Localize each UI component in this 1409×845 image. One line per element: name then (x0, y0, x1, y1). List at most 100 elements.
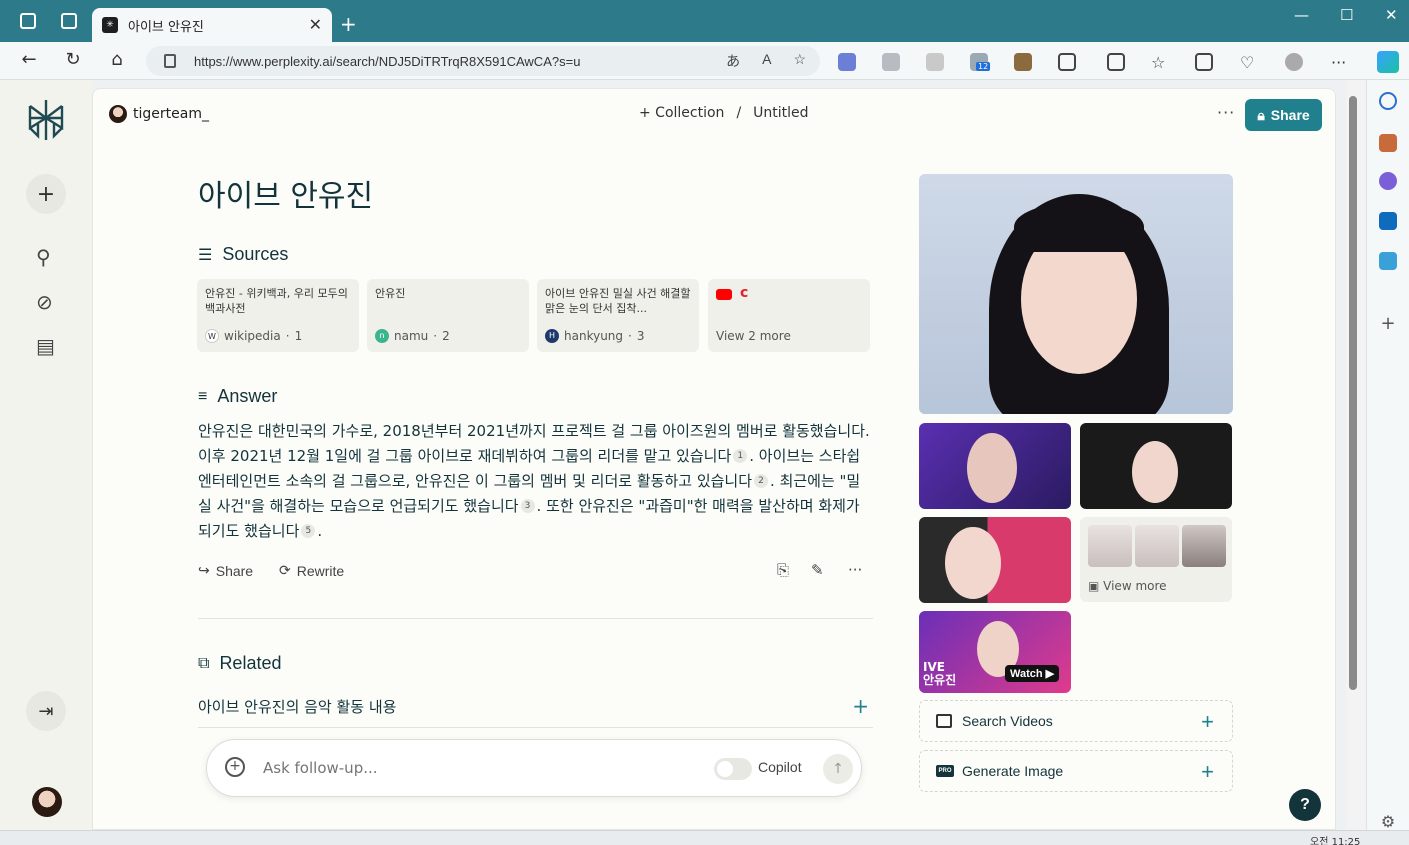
generate-image-button[interactable]: PRO Generate Image + (919, 750, 1233, 792)
view-more-sources[interactable]: c View 2 more (708, 279, 870, 352)
extension-icon-4[interactable]: 12 (970, 53, 991, 71)
source-title: 아이브 안유진 밀실 사건 해결할 맑은 눈의 단서 집착... (545, 287, 691, 315)
image-thumb-3[interactable] (919, 517, 1071, 603)
split-screen-icon[interactable] (1107, 53, 1125, 71)
refresh-button[interactable]: ↻ (61, 49, 85, 70)
extension-icon-2[interactable] (882, 53, 900, 71)
lock-icon: 🔒︎ (1257, 106, 1265, 123)
video-thumb[interactable]: IVE 안유진 Watch ▶ (919, 611, 1071, 693)
citation-badge[interactable]: 3 (520, 499, 535, 513)
edge-sidebar: + ⚙ (1366, 80, 1409, 845)
answer-heading: ≡ Answer (198, 386, 277, 407)
minimize-button[interactable]: — (1294, 6, 1309, 24)
sources-title: Sources (222, 244, 289, 264)
attach-plus-icon[interactable]: + (225, 757, 245, 777)
back-button[interactable]: ← (17, 49, 41, 70)
view-more-images[interactable]: ▣ View more (1080, 517, 1232, 602)
source-card-2[interactable]: 안유진 n namu · 2 (367, 279, 529, 352)
share-answer-label: Share (215, 562, 254, 579)
extension-icon-1[interactable] (838, 53, 856, 71)
new-thread-button[interactable]: + (26, 174, 66, 214)
more-options-button[interactable]: ··· (1217, 103, 1235, 122)
translate-icon[interactable]: あ (726, 51, 740, 71)
profile-avatar[interactable] (1285, 53, 1303, 71)
answer-more-icon[interactable]: ··· (848, 561, 862, 579)
help-button[interactable]: ? (1289, 789, 1321, 821)
perplexity-logo-icon[interactable] (26, 98, 66, 142)
close-tab-icon[interactable]: ✕ (309, 15, 322, 34)
home-button[interactable]: ⌂ (105, 49, 129, 70)
image-thumb-1[interactable] (919, 423, 1071, 509)
browser-tab-active[interactable]: ✳ 아이브 안유진 ✕ (92, 8, 332, 42)
sidebar-settings-icon[interactable]: ⚙ (1379, 812, 1397, 831)
thread-title[interactable]: Untitled (753, 105, 808, 121)
settings-more-icon[interactable]: ··· (1331, 53, 1349, 72)
image-thumb-2[interactable] (1080, 423, 1232, 509)
m365-icon[interactable] (1379, 172, 1397, 190)
performance-heart-icon[interactable]: ♡ (1240, 53, 1258, 72)
view-more-sources-label: View 2 more (716, 329, 791, 343)
read-aloud-icon[interactable]: A (762, 51, 771, 71)
copilot-toggle[interactable] (714, 758, 752, 780)
mini-thumb (1182, 525, 1226, 567)
thread-owner[interactable]: tigerteam_ (109, 105, 209, 123)
citation-badge[interactable]: 2 (754, 474, 769, 488)
copilot-icon[interactable] (1377, 51, 1399, 73)
query-title: 아이브 안유진 (198, 179, 374, 214)
outlook-icon[interactable] (1379, 212, 1397, 230)
favorites-icon[interactable]: ☆ (1151, 53, 1169, 72)
search-icon[interactable] (1379, 92, 1397, 110)
workspaces-icon[interactable] (20, 13, 36, 29)
add-icon: + (1201, 709, 1214, 734)
rewrite-button[interactable]: ⟳ Rewrite (279, 562, 344, 579)
user-avatar[interactable] (32, 787, 62, 817)
copy-icon[interactable]: ⎘ (777, 561, 789, 579)
send-icon[interactable] (1379, 252, 1397, 270)
share-button[interactable]: 🔒︎ Share (1245, 99, 1322, 131)
add-sidebar-item-icon[interactable]: + (1379, 315, 1397, 334)
source-title: 안유진 - 위키백과, 우리 모두의 백과사전 (205, 287, 348, 315)
favorite-star-icon[interactable]: ☆ (793, 51, 806, 71)
breadcrumb: + Collection / Untitled (639, 105, 809, 121)
extension-icon-3[interactable] (926, 53, 944, 71)
submit-button[interactable]: ↑ (823, 754, 853, 784)
tab-actions-icon[interactable] (61, 13, 77, 29)
related-item[interactable]: 아이브 안유진의 음악 활동 내용 + (198, 694, 873, 728)
main-image[interactable] (919, 174, 1233, 414)
discover-compass-icon[interactable]: ⊘ (36, 290, 53, 314)
related-heading: ⧉ Related (198, 653, 281, 674)
share-arrow-icon: ↪ (198, 562, 210, 578)
follow-up-input[interactable] (263, 759, 663, 777)
taskbar-clock[interactable]: 오전 11:25 (1310, 833, 1360, 845)
watch-button[interactable]: Watch ▶ (1005, 665, 1060, 682)
scrollbar-thumb[interactable] (1349, 96, 1357, 690)
source-index: 2 (442, 329, 450, 343)
page-scrollbar[interactable] (1346, 80, 1366, 830)
maximize-button[interactable]: ☐ (1340, 6, 1353, 24)
search-videos-button[interactable]: Search Videos + (919, 700, 1233, 742)
add-to-collection-button[interactable]: + Collection (639, 105, 724, 121)
expand-sidebar-button[interactable]: ⇥ (26, 691, 66, 731)
url-field[interactable]: https://www.perplexity.ai/search/NDJ5DiT… (146, 46, 820, 76)
library-icon[interactable]: ▤ (36, 334, 55, 358)
citation-badge[interactable]: 1 (733, 449, 748, 463)
related-icon: ⧉ (198, 654, 210, 672)
source-logo-icon: c (740, 286, 749, 301)
extensions-puzzle-icon[interactable] (1058, 53, 1076, 71)
search-icon[interactable]: ⚲ (36, 245, 51, 269)
add-related-icon[interactable]: + (852, 694, 869, 718)
close-window-button[interactable]: ✕ (1385, 6, 1398, 24)
source-card-3[interactable]: 아이브 안유진 밀실 사건 해결할 맑은 눈의 단서 집착... Hhankyu… (537, 279, 699, 352)
new-tab-button[interactable]: + (340, 12, 357, 36)
lock-icon (164, 54, 176, 68)
share-label: Share (1270, 107, 1310, 123)
namu-icon: n (375, 329, 389, 343)
extension-icon-5[interactable] (1014, 53, 1032, 71)
source-card-1[interactable]: 안유진 - 위키백과, 우리 모두의 백과사전 Wwikipedia · 1 (197, 279, 359, 352)
citation-badge[interactable]: 5 (301, 524, 316, 538)
tools-icon[interactable] (1379, 134, 1397, 152)
share-answer-button[interactable]: ↪ Share (198, 562, 253, 579)
edit-icon[interactable]: ✎ (811, 561, 824, 579)
collections-icon[interactable] (1195, 53, 1213, 71)
hankyung-icon: H (545, 329, 559, 343)
